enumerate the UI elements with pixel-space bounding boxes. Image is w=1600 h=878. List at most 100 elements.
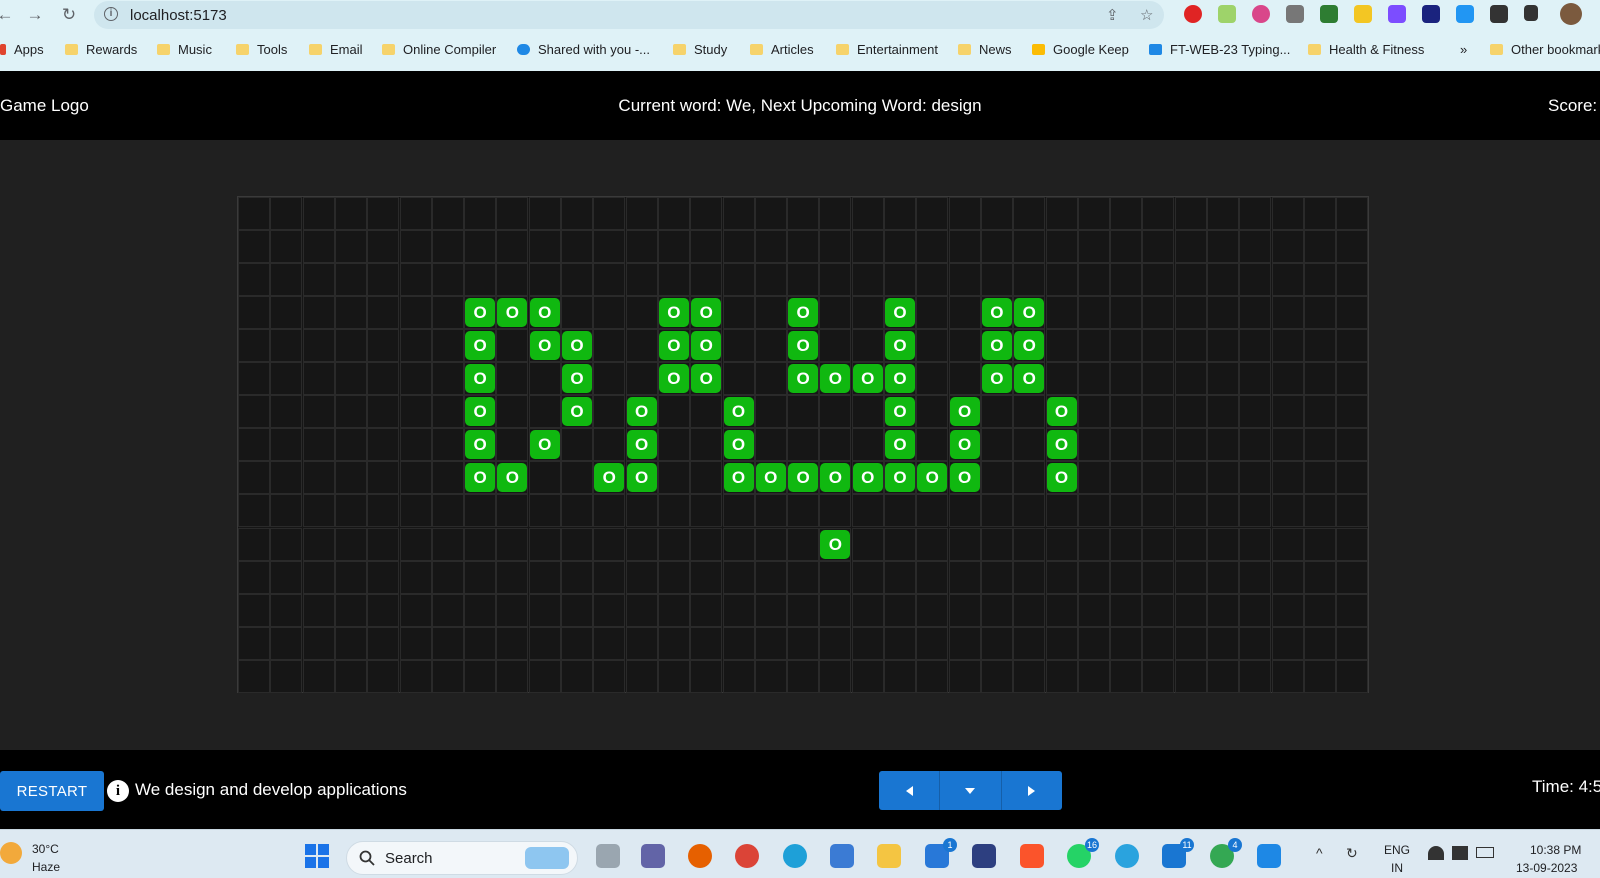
board-cell [754,329,787,363]
vscode-icon[interactable] [1257,844,1281,868]
pen-extension-icon[interactable] [1422,5,1440,23]
windows-start-icon[interactable] [305,844,329,868]
board-cell [496,428,529,462]
language-indicator[interactable]: ENG [1384,843,1410,857]
bookmark-apps[interactable]: Apps [0,42,44,57]
board-cell [399,296,432,330]
clock-time[interactable]: 10:38 PM [1530,843,1581,857]
address-bar[interactable]: i localhost:5173 ⇪ ☆ [94,1,1164,29]
arrow-extension-icon[interactable] [1388,5,1406,23]
board-cell [593,362,626,396]
site-info-icon[interactable]: i [104,7,118,21]
bookmark-entertainment[interactable]: Entertainment [836,42,938,57]
caret-right-icon [1027,785,1035,796]
weather-temp[interactable]: 30°C [32,842,59,856]
o-token: O [658,331,689,361]
board-cell [754,593,787,627]
sync-icon[interactable]: ↻ [1346,845,1358,862]
region-indicator[interactable]: IN [1391,861,1403,875]
move-down-button[interactable] [940,771,1002,810]
bookmark-tools[interactable]: Tools [236,42,287,57]
task-view-icon[interactable] [596,844,620,868]
color-extension-icon[interactable] [1252,5,1270,23]
wifi-icon[interactable] [1428,846,1444,860]
board-cell [722,494,755,528]
edge-icon[interactable] [783,844,807,868]
bookmark-google-keep[interactable]: Google Keep [1032,42,1129,57]
back-icon[interactable]: ← [0,4,16,26]
board-cell [1142,263,1175,297]
board-cell [593,395,626,429]
weather-icon[interactable] [0,842,22,864]
bookmark-online-compiler[interactable]: Online Compiler [382,42,496,57]
file-explorer-icon[interactable] [877,844,901,868]
remote-icon[interactable] [972,844,996,868]
taskbar-search[interactable]: Search [346,841,578,875]
board-cell [948,296,981,330]
move-right-button[interactable] [1002,771,1062,810]
forward-icon[interactable]: → [24,4,46,26]
todo-icon[interactable]: 11 [1162,838,1194,868]
plus-extension-icon[interactable] [1218,5,1236,23]
board-cell [1271,362,1304,396]
board-cell [1303,527,1336,561]
chrome-icon[interactable] [735,844,759,868]
board-cell [399,428,432,462]
weather-condition[interactable]: Haze [32,860,60,874]
volume-icon[interactable] [1452,846,1468,860]
profile-avatar[interactable] [1560,3,1582,25]
board-cell [1174,494,1207,528]
share-icon[interactable]: ⇪ [1106,6,1119,24]
puzzle-extensions-icon[interactable] [1490,5,1508,23]
battery-icon[interactable] [1476,847,1494,858]
bookmark-news[interactable]: News [958,42,1012,57]
bookmark-email[interactable]: Email [309,42,363,57]
board-cell [1336,395,1369,429]
bookmark-health[interactable]: Health & Fitness [1308,42,1424,57]
bookmarks-overflow-button[interactable]: » [1460,42,1467,57]
bookmark-label: News [979,42,1012,57]
board-cell [1303,197,1336,230]
bug-extension-icon[interactable] [1286,5,1304,23]
store-icon[interactable] [830,844,854,868]
bookmark-typing[interactable]: FT-WEB-23 Typing... [1149,42,1290,57]
restart-button[interactable]: RESTART [0,771,104,811]
board-cell [1077,527,1110,561]
board-cell [1336,197,1369,230]
teams-chat-icon[interactable] [641,844,665,868]
board-cell [916,593,949,627]
o-token: O [1014,364,1045,394]
board-cell [302,527,335,561]
tree-extension-icon[interactable] [1320,5,1338,23]
firefox-icon[interactable] [688,844,712,868]
key-extension-icon[interactable] [1354,5,1372,23]
chrome-profile-icon[interactable]: 4 [1210,838,1242,868]
bookmark-rewards[interactable]: Rewards [65,42,137,57]
bookmark-shared[interactable]: Shared with you -... [517,42,650,57]
o-token: O [755,463,786,493]
bookmark-other[interactable]: Other bookmarks [1490,42,1600,57]
board-cell [1077,230,1110,264]
opera-extension-icon[interactable] [1184,5,1202,23]
bookmark-star-icon[interactable]: ☆ [1140,6,1153,24]
sound-extension-icon[interactable] [1456,5,1474,23]
brave-icon[interactable] [1020,844,1044,868]
board-cell [367,461,400,495]
move-left-button[interactable] [879,771,941,810]
mail-icon[interactable]: 1 [925,838,957,868]
board-cell [367,197,400,230]
chevron-up-icon[interactable]: ^ [1316,845,1323,861]
reload-icon[interactable]: ↻ [58,4,80,26]
clock-date[interactable]: 13-09-2023 [1516,861,1577,875]
board-cell [528,527,561,561]
board-cell [787,494,820,528]
bookmark-study[interactable]: Study [673,42,727,57]
telegram-icon[interactable] [1115,844,1139,868]
bookmark-label: Shared with you -... [538,42,650,57]
board-cell [851,197,884,230]
board-cell [1077,197,1110,230]
bookmark-articles[interactable]: Articles [750,42,814,57]
side-panel-icon[interactable] [1524,5,1538,21]
bookmark-music[interactable]: Music [157,42,212,57]
whatsapp-icon[interactable]: 16 [1067,838,1099,868]
